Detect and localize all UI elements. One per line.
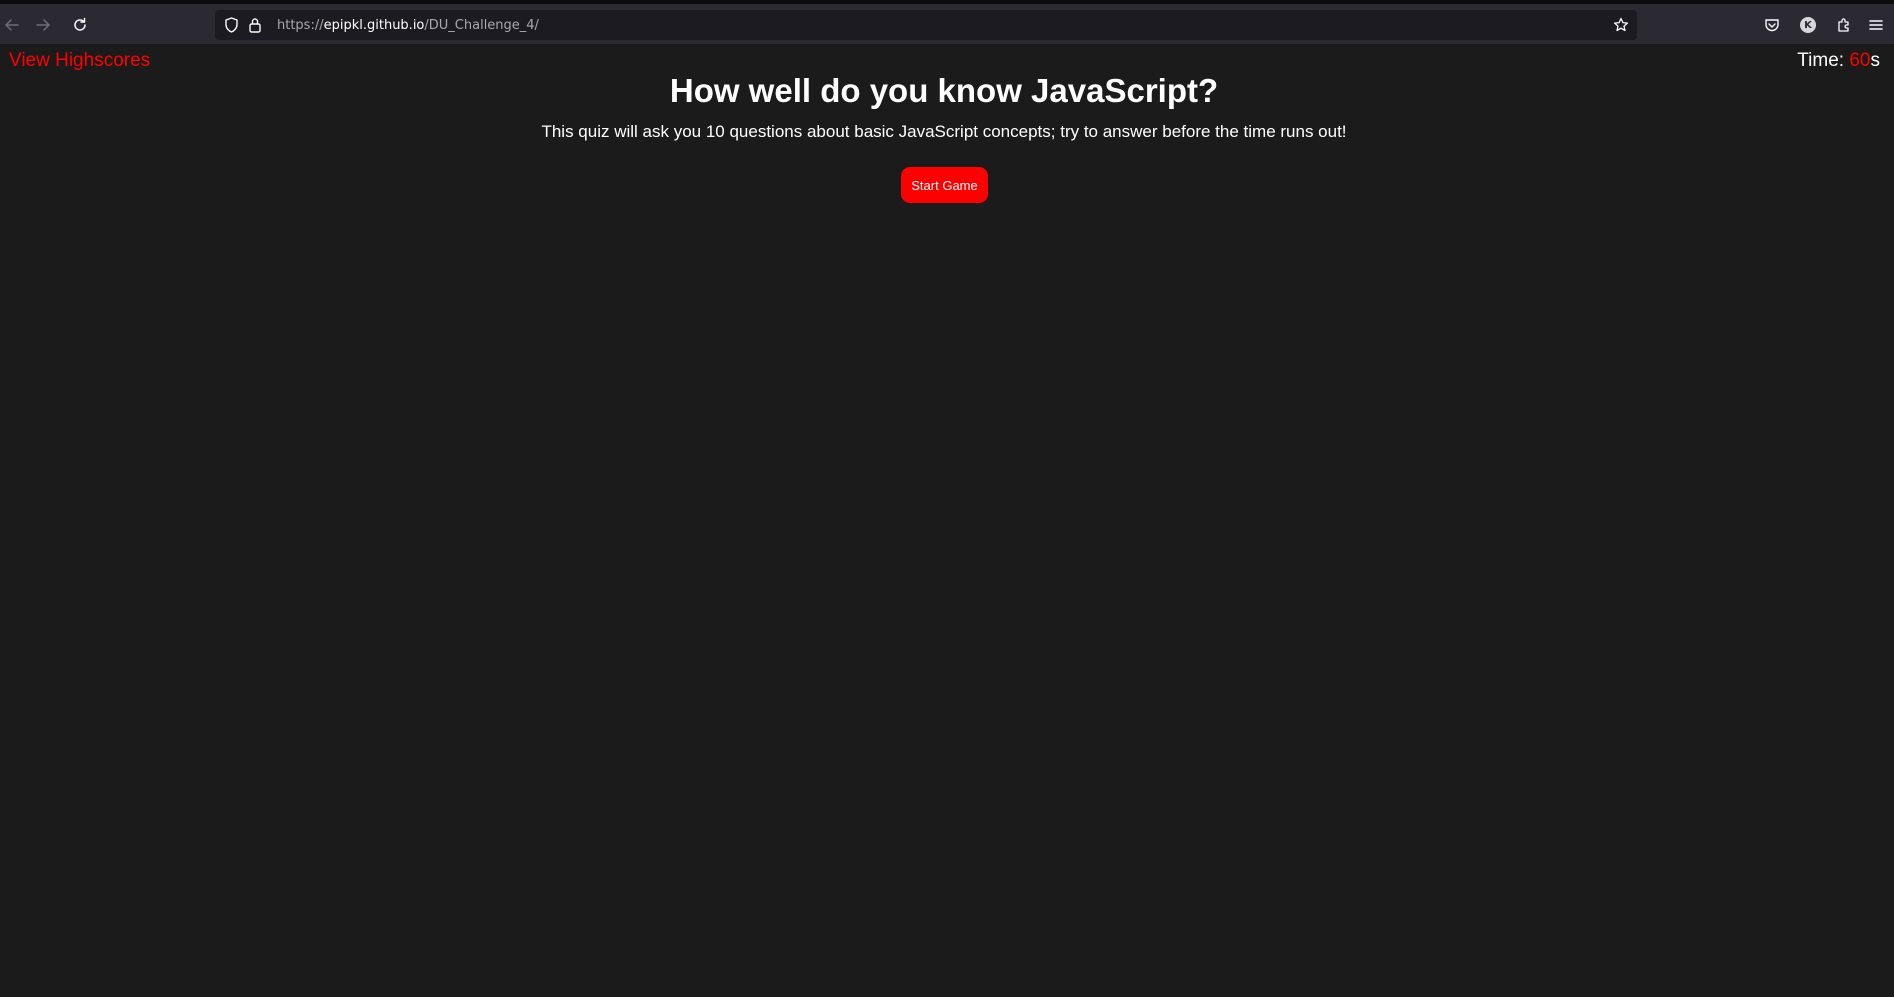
- lock-icon[interactable]: [247, 17, 263, 33]
- forward-arrow-icon[interactable]: [31, 13, 55, 37]
- star-icon[interactable]: [1613, 17, 1629, 33]
- start-game-button[interactable]: Start Game: [901, 167, 988, 203]
- page-content: View Highscores Time: 60s How well do yo…: [0, 45, 1894, 997]
- url-scheme: https://: [277, 18, 324, 33]
- back-arrow-icon[interactable]: [0, 13, 24, 37]
- profile-initial: K: [1800, 17, 1816, 33]
- view-highscores-link[interactable]: View Highscores: [9, 50, 150, 72]
- url-path: /DU_Challenge_4/: [424, 18, 539, 33]
- puzzle-icon[interactable]: [1834, 15, 1854, 35]
- hamburger-menu-icon[interactable]: [1866, 15, 1886, 35]
- address-bar[interactable]: https://epipkl.github.io/DU_Challenge_4/: [215, 10, 1637, 40]
- pocket-icon[interactable]: [1762, 15, 1782, 35]
- quiz-description: This quiz will ask you 10 questions abou…: [541, 122, 1347, 141]
- reload-icon[interactable]: [68, 13, 92, 37]
- page-title: How well do you know JavaScript?: [669, 72, 1219, 109]
- timer-value: 60: [1849, 50, 1871, 71]
- url-host: epipkl.github.io: [323, 18, 425, 33]
- shield-icon[interactable]: [223, 17, 239, 33]
- timer-unit: s: [1870, 50, 1881, 71]
- url-text[interactable]: https://epipkl.github.io/DU_Challenge_4/: [277, 18, 539, 34]
- browser-toolbar: https://epipkl.github.io/DU_Challenge_4/…: [0, 4, 1894, 45]
- timer: Time: 60s: [1797, 50, 1880, 72]
- timer-label: Time:: [1797, 50, 1850, 71]
- account-avatar-icon[interactable]: K: [1798, 15, 1818, 35]
